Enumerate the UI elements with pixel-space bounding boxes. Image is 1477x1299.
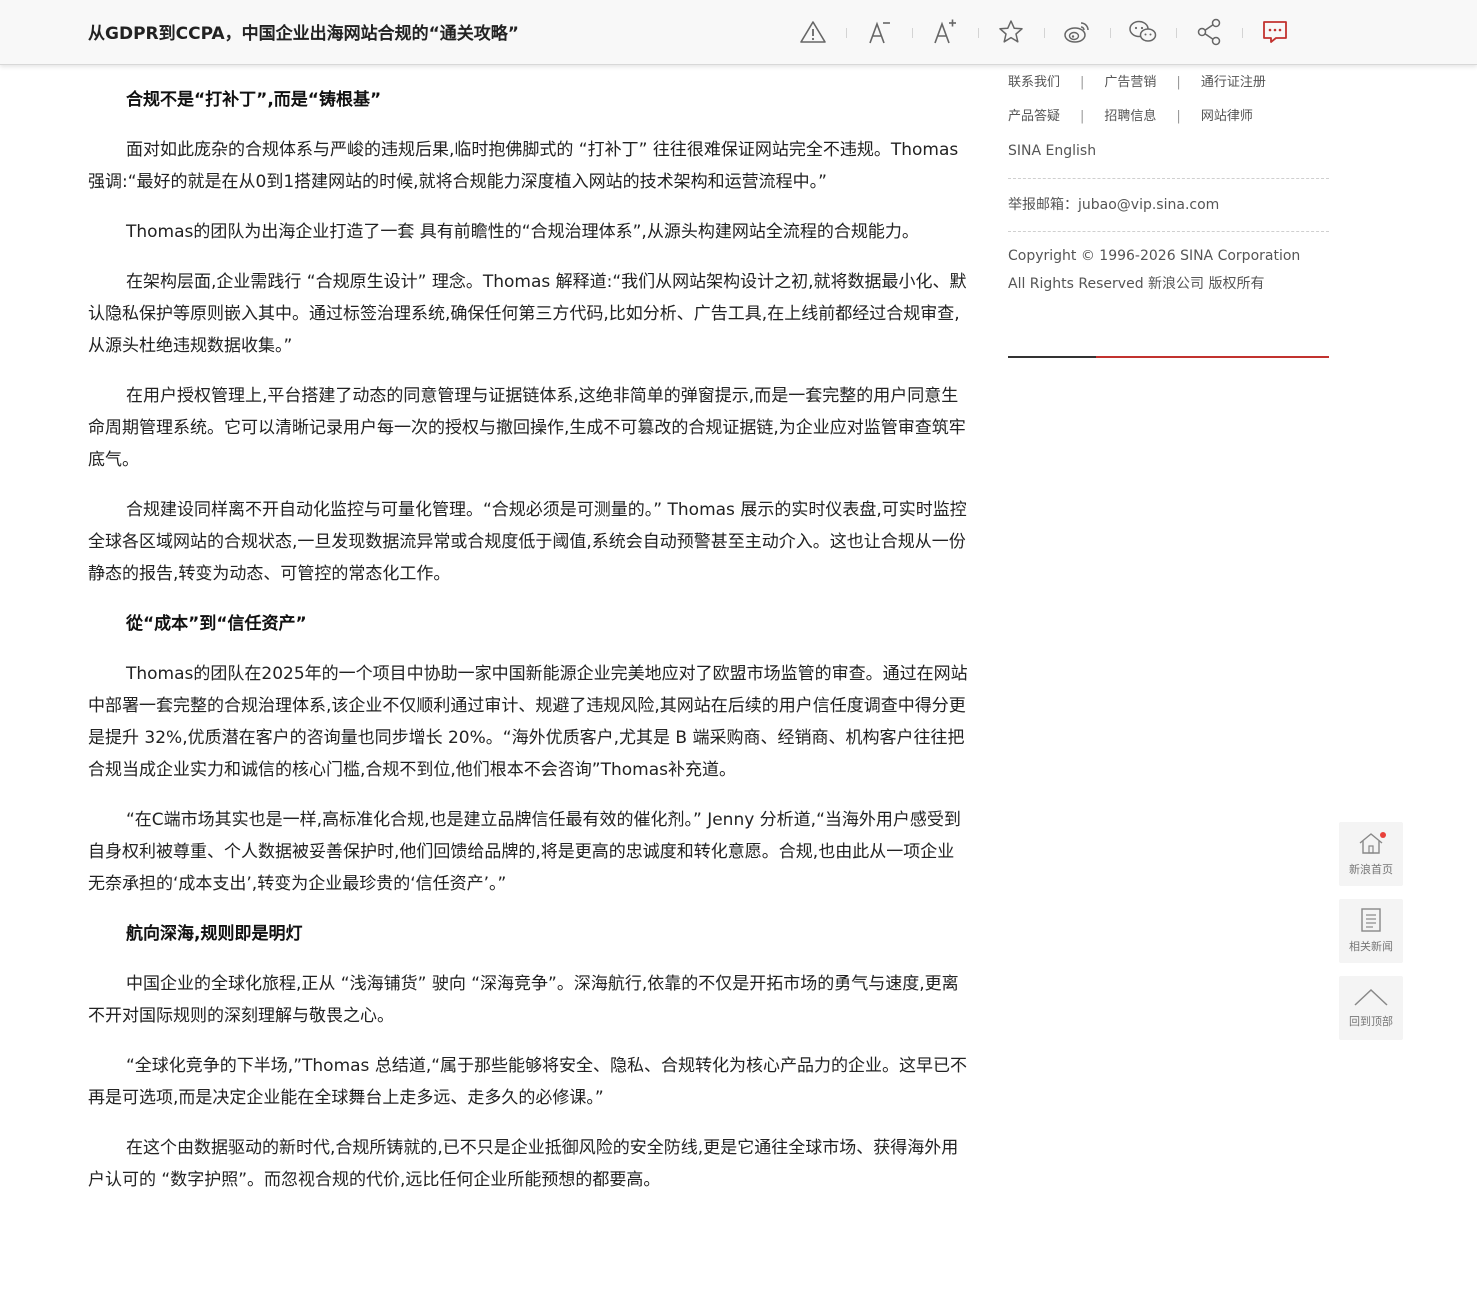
share-wechat-button[interactable] (1110, 12, 1176, 52)
wechat-icon (1129, 20, 1157, 42)
link-sina-english[interactable]: SINA English (1008, 134, 1329, 168)
link-site-lawyer[interactable]: 网站律师 (1201, 100, 1253, 134)
paragraph: “在C端市场其实也是一样,高标准化合规,也是建立品牌信任最有效的催化剂。” Je… (88, 810, 961, 894)
paragraph: 合规建设同样离不开自动化监控与可量化管理。“合规必须是可测量的。” Thomas… (88, 500, 967, 584)
link-advertising[interactable]: 广告营销 (1104, 66, 1156, 100)
link-passport-register[interactable]: 通行证注册 (1201, 66, 1266, 100)
section-heading: 航向深海,规则即是明灯 (126, 924, 303, 944)
font-smaller-icon (869, 21, 890, 44)
paragraph: “全球化竞争的下半场,”Thomas 总结道,“属于那些能够将安全、隐私、合规转… (88, 1056, 968, 1108)
home-float-button[interactable]: 新浪首页 (1339, 822, 1403, 886)
favorite-button[interactable] (978, 12, 1044, 52)
separator: | (1176, 109, 1181, 124)
chevron-up-icon (1354, 988, 1388, 1006)
notification-dot (1380, 832, 1386, 838)
separator: | (1176, 75, 1181, 90)
share-weibo-button[interactable] (1044, 12, 1110, 52)
paragraph: 中国企业的全球化旅程,正从 “浅海铺货” 驶向 “深海竞争”。深海航行,依靠的不… (88, 974, 959, 1026)
accent-divider (1008, 356, 1329, 358)
paragraph: 在用户授权管理上,平台搭建了动态的同意管理与证据链体系,这绝非简单的弹窗提示,而… (88, 386, 966, 470)
paragraph: 在架构层面,企业需践行 “合规原生设计” 理念。Thomas 解释道:“我们从网… (88, 272, 967, 356)
home-float-label: 新浪首页 (1349, 863, 1393, 876)
copyright: Copyright © 1996-2026 SINA Corporation A… (1008, 242, 1329, 298)
weibo-icon (1064, 22, 1089, 43)
separator: | (1080, 75, 1085, 90)
paragraph: Thomas的团队在2025年的一个项目中协助一家中国新能源企业完美地应对了欧盟… (88, 664, 968, 780)
footer-links: 联系我们 | 广告营销 | 通行证注册 产品答疑 | 招聘信息 | 网站律师 (1008, 66, 1329, 134)
font-smaller-button[interactable] (846, 12, 912, 52)
back-to-top-float-label: 回到顶部 (1349, 1015, 1393, 1028)
link-product-faq[interactable]: 产品答疑 (1008, 100, 1060, 134)
star-icon (999, 20, 1023, 43)
copyright-line: All Rights Reserved 新浪公司 版权所有 (1008, 276, 1265, 292)
paragraph: 面对如此庞杂的合规体系与严峻的违规后果,临时抱佛脚式的 “打补丁” 往往很难保证… (88, 140, 959, 192)
report-email: 举报邮箱：jubao@vip.sina.com (1008, 197, 1220, 213)
footer-link-row: 联系我们 | 广告营销 | 通行证注册 (1008, 66, 1329, 100)
section-heading: 合规不是“打补丁”,而是“铸根基” (126, 90, 382, 110)
article-toolbar (780, 12, 1308, 52)
share-button[interactable] (1176, 12, 1242, 52)
comment-icon (1263, 21, 1287, 43)
related-news-float-button[interactable]: 相关新闻 (1339, 899, 1403, 963)
related-news-float-label: 相关新闻 (1349, 940, 1393, 953)
link-jobs[interactable]: 招聘信息 (1104, 100, 1156, 134)
article-body: 合规不是“打补丁”,而是“铸根基” 面对如此庞杂的合规体系与严峻的违规后果,临时… (88, 84, 968, 1214)
top-bar: 从GDPR到CCPA，中国企业出海网站合规的“通关攻略” (0, 0, 1477, 65)
document-list-icon (1361, 908, 1381, 932)
divider (1008, 231, 1329, 232)
font-larger-button[interactable] (912, 12, 978, 52)
share-icon (1197, 18, 1221, 46)
comment-button[interactable] (1242, 12, 1308, 52)
footer-link-row: 产品答疑 | 招聘信息 | 网站律师 (1008, 100, 1329, 134)
report-icon (800, 21, 826, 43)
back-to-top-float-button[interactable]: 回到顶部 (1339, 976, 1403, 1040)
paragraph: Thomas的团队为出海企业打造了一套 具有前瞻性的“合规治理体系”,从源头构建… (126, 222, 919, 242)
page-title: 从GDPR到CCPA，中国企业出海网站合规的“通关攻略” (88, 24, 519, 44)
font-larger-icon (934, 19, 956, 44)
paragraph: 在这个由数据驱动的新时代,合规所铸就的,已不只是企业抵御风险的安全防线,更是它通… (88, 1138, 959, 1190)
sidebar-footer: 联系我们 | 广告营销 | 通行证注册 产品答疑 | 招聘信息 | 网站律师 S… (1008, 66, 1329, 358)
report-button[interactable] (780, 12, 846, 52)
separator: | (1080, 109, 1085, 124)
copyright-line: Copyright © 1996-2026 SINA Corporation (1008, 248, 1301, 264)
link-contact-us[interactable]: 联系我们 (1008, 66, 1060, 100)
section-heading: 從“成本”到“信任资产” (126, 614, 307, 634)
